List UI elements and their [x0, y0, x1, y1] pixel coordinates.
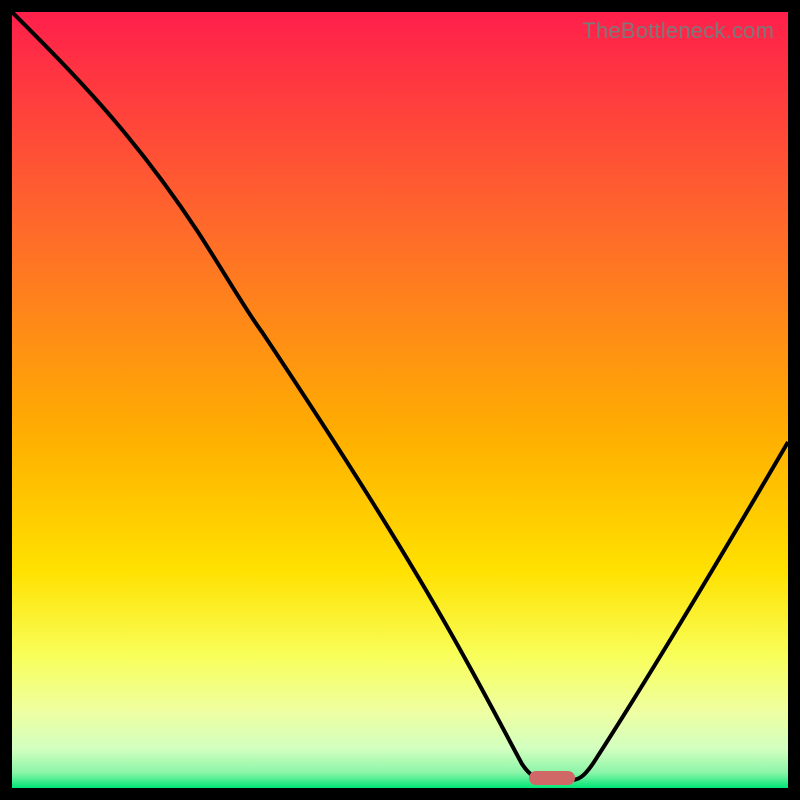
chart-frame: TheBottleneck.com: [0, 0, 800, 800]
optimum-marker: [529, 771, 575, 785]
gradient-background: [12, 12, 788, 788]
plot-container: TheBottleneck.com: [12, 12, 788, 788]
bottleneck-chart: [12, 12, 788, 788]
